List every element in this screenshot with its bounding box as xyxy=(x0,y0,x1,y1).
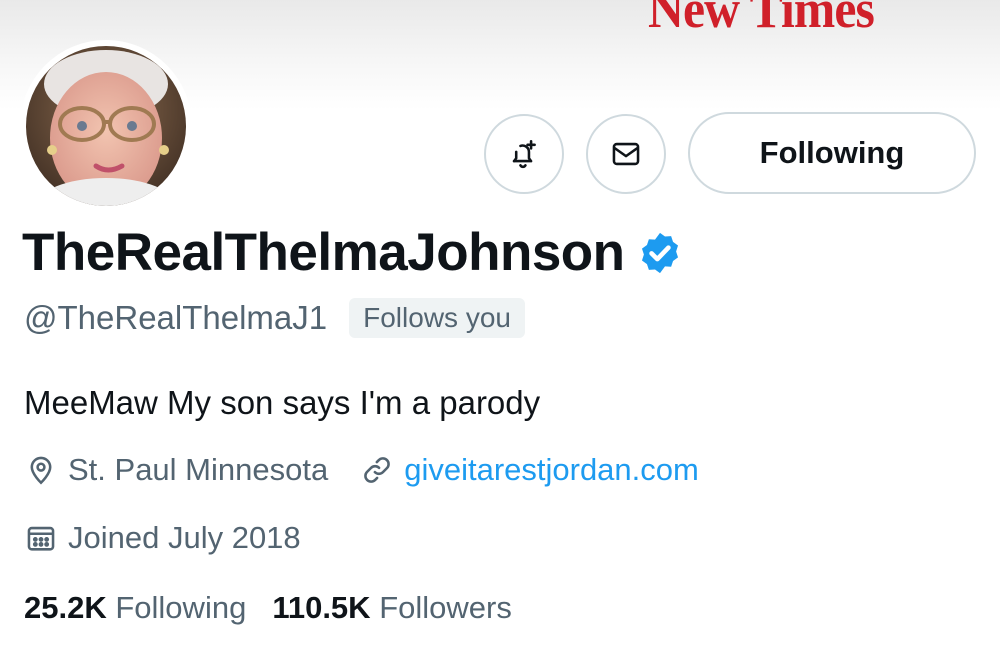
following-button[interactable]: Following xyxy=(688,112,976,194)
website-item[interactable]: giveitarestjordan.com xyxy=(360,452,699,488)
calendar-icon xyxy=(27,526,55,551)
following-stat[interactable]: 25.2K Following xyxy=(24,590,246,626)
envelope-icon xyxy=(612,142,640,166)
bell-plus-icon xyxy=(512,139,536,169)
message-button[interactable] xyxy=(586,114,666,194)
joined-row: Joined July 2018 xyxy=(24,520,301,556)
followers-label: Followers xyxy=(379,590,512,625)
bio: MeeMaw My son says I'm a parody xyxy=(24,384,541,421)
profile-meta-row: St. Paul Minnesota giveitarestjordan.com xyxy=(24,452,699,488)
location-text: St. Paul Minnesota xyxy=(68,452,329,487)
follows-you-badge: Follows you xyxy=(349,298,525,338)
notify-button[interactable] xyxy=(484,114,564,194)
followers-stat[interactable]: 110.5K Followers xyxy=(272,590,512,626)
link-icon xyxy=(364,457,390,483)
following-count: 25.2K xyxy=(24,590,107,625)
website-link[interactable]: giveitarestjordan.com xyxy=(404,452,699,488)
avatar-image xyxy=(26,46,186,206)
location-item: St. Paul Minnesota xyxy=(24,452,328,488)
location-pin-icon xyxy=(30,456,52,485)
handle: @TheRealThelmaJ1 xyxy=(24,299,328,336)
joined-item: Joined July 2018 xyxy=(24,520,301,556)
name-row: TheRealThelmaJohnson xyxy=(22,222,683,283)
handle-row: @TheRealThelmaJ1 Follows you xyxy=(24,298,525,338)
display-name: TheRealThelmaJohnson xyxy=(22,223,625,282)
verified-badge-icon[interactable] xyxy=(637,230,683,276)
stats-row: 25.2K Following 110.5K Followers xyxy=(24,590,538,626)
followers-count: 110.5K xyxy=(272,590,371,625)
avatar[interactable] xyxy=(20,40,192,212)
joined-text: Joined July 2018 xyxy=(68,520,301,555)
following-label: Following xyxy=(115,590,247,625)
banner-text: New Times xyxy=(648,0,875,39)
